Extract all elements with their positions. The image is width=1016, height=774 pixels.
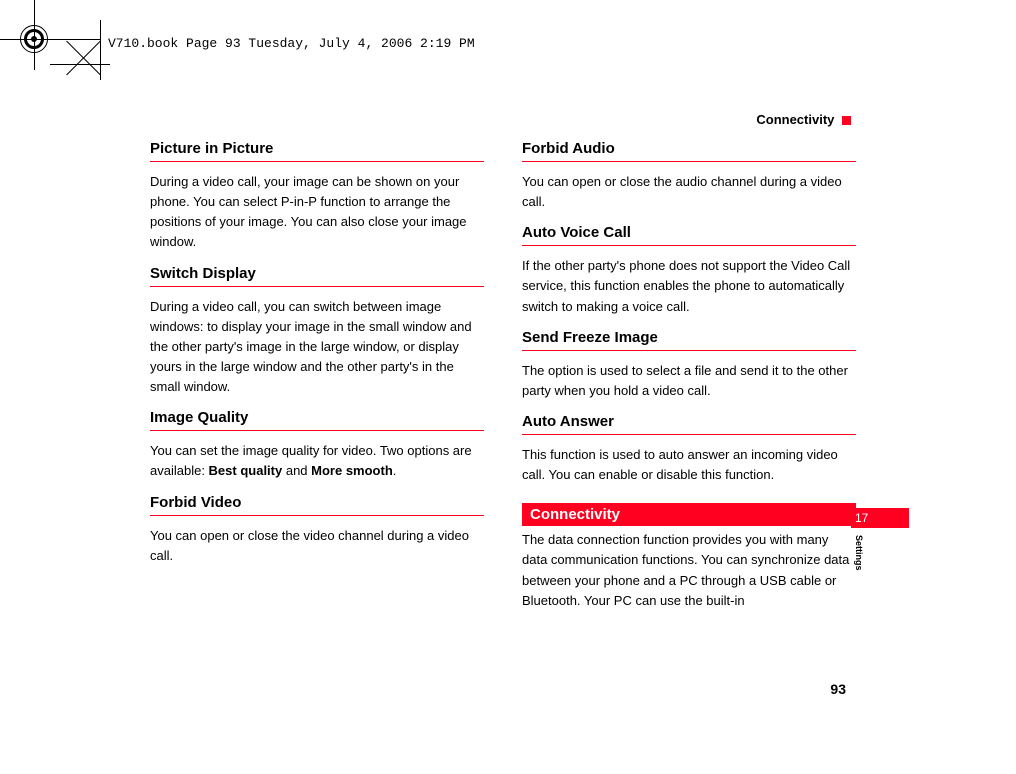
left-column: Picture in Picture During a video call, … [150,140,484,617]
para-forbid-video: You can open or close the video channel … [150,526,484,566]
heading-forbid-video: Forbid Video [150,494,484,516]
content-area: Picture in Picture During a video call, … [150,140,856,617]
para-send-freeze-image: The option is used to select a file and … [522,361,856,401]
section-connectivity: Connectivity [522,503,856,526]
para-switch-display: During a video call, you can switch betw… [150,297,484,398]
para-auto-answer: This function is used to auto answer an … [522,445,856,485]
heading-forbid-audio: Forbid Audio [522,140,856,162]
heading-send-freeze-image: Send Freeze Image [522,329,856,351]
para-image-quality: You can set the image quality for video.… [150,441,484,481]
iq-bold-2: More smooth [311,463,393,478]
heading-image-quality: Image Quality [150,409,484,431]
running-header-text: Connectivity [756,112,834,127]
para-connectivity: The data connection function provides yo… [522,530,856,611]
page-number: 93 [830,681,846,697]
heading-auto-voice-call: Auto Voice Call [522,224,856,246]
header-marker-icon [842,116,851,125]
running-header: Connectivity [756,112,851,127]
side-label-settings: Settings [854,535,864,571]
heading-auto-answer: Auto Answer [522,413,856,435]
para-pip: During a video call, your image can be s… [150,172,484,253]
para-auto-voice-call: If the other party's phone does not supp… [522,256,856,316]
iq-text-end: . [393,463,397,478]
heading-picture-in-picture: Picture in Picture [150,140,484,162]
book-annotation: V710.book Page 93 Tuesday, July 4, 2006 … [108,36,475,51]
iq-text-and: and [282,463,311,478]
heading-switch-display: Switch Display [150,265,484,287]
iq-bold-1: Best quality [209,463,283,478]
right-column: Forbid Audio You can open or close the a… [522,140,856,617]
side-tab: 17 [851,508,909,528]
para-forbid-audio: You can open or close the audio channel … [522,172,856,212]
